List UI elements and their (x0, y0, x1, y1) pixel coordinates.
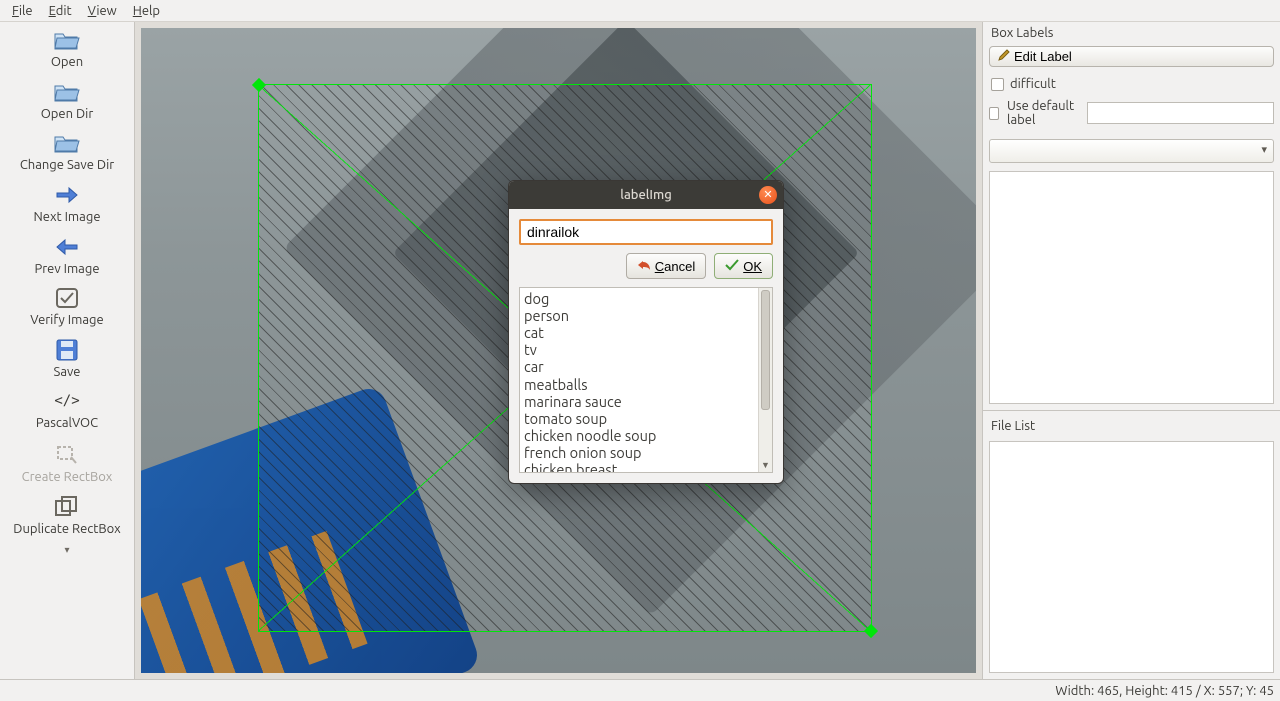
edit-label-text: Edit Label (1014, 49, 1072, 64)
duplicate-rectbox-label: Duplicate RectBox (13, 523, 120, 537)
arrow-left-icon (55, 233, 79, 261)
open-dir-tool[interactable]: Open Dir (0, 74, 134, 126)
check-icon (725, 259, 739, 274)
format-label: PascalVOC (36, 417, 98, 431)
edit-label-button[interactable]: Edit Label (989, 46, 1274, 67)
cancel-text: ancel (664, 259, 695, 274)
create-rectbox-tool: Create RectBox (0, 437, 134, 489)
ok-text: OK (743, 259, 762, 274)
menu-help[interactable]: Help (125, 2, 168, 20)
default-label-input[interactable] (1087, 102, 1274, 124)
folder-open-icon (53, 26, 81, 54)
change-save-dir-tool[interactable]: Change Save Dir (0, 125, 134, 177)
dialog-scrollbar[interactable]: ▼ (758, 288, 772, 472)
use-default-label-checkbox[interactable] (989, 107, 999, 120)
label-option[interactable]: person (524, 307, 768, 324)
label-option[interactable]: dog (524, 290, 768, 307)
close-icon: ✕ (763, 190, 772, 201)
prev-image-tool[interactable]: Prev Image (0, 229, 134, 281)
duplicate-icon (55, 493, 79, 521)
pencil-icon (998, 49, 1010, 64)
toolbar-more-icon[interactable]: ▾ (0, 540, 134, 560)
save-tool[interactable]: Save (0, 332, 134, 384)
status-text: Width: 465, Height: 415 / X: 557; Y: 45 (1055, 684, 1274, 698)
folder-save-icon (53, 129, 81, 157)
label-option[interactable]: chicken breast (524, 461, 768, 473)
label-option[interactable]: tomato soup (524, 410, 768, 427)
label-list[interactable] (989, 171, 1274, 404)
scroll-down-icon[interactable]: ▼ (759, 458, 772, 472)
folder-icon (53, 78, 81, 106)
arrow-right-icon (55, 181, 79, 209)
file-list[interactable] (989, 441, 1274, 674)
next-image-label: Next Image (34, 211, 101, 225)
right-panel: Box Labels Edit Label difficult Use defa… (982, 22, 1280, 679)
format-tool[interactable]: </> PascalVOC (0, 383, 134, 435)
rectbox-icon (56, 441, 78, 469)
prev-image-label: Prev Image (34, 263, 99, 277)
verify-image-tool[interactable]: Verify Image (0, 280, 134, 332)
label-option[interactable]: french onion soup (524, 444, 768, 461)
create-rectbox-label: Create RectBox (22, 471, 113, 485)
status-bar: Width: 465, Height: 415 / X: 557; Y: 45 (0, 679, 1280, 701)
box-labels-title: Box Labels (983, 22, 1280, 44)
verify-image-label: Verify Image (30, 314, 103, 328)
left-toolbar: Open Open Dir Change Save Dir Next Image (0, 22, 135, 679)
format-icon: </> (54, 387, 79, 415)
label-dialog: labelImg ✕ Cancel OK dogpersoncattvcarme… (508, 180, 784, 484)
label-option[interactable]: cat (524, 324, 768, 341)
open-tool[interactable]: Open (0, 22, 134, 74)
label-combo[interactable] (989, 139, 1274, 163)
difficult-checkbox[interactable] (991, 78, 1004, 91)
dialog-titlebar[interactable]: labelImg ✕ (509, 181, 783, 209)
save-label: Save (54, 366, 81, 380)
menu-bar: File Edit View Help (0, 0, 1280, 22)
duplicate-rectbox-tool[interactable]: Duplicate RectBox (0, 489, 134, 541)
open-dir-label: Open Dir (41, 108, 94, 122)
change-save-dir-label: Change Save Dir (20, 159, 114, 173)
menu-view[interactable]: View (80, 2, 125, 20)
label-option[interactable]: marinara sauce (524, 393, 768, 410)
label-option[interactable]: tv (524, 341, 768, 358)
open-label: Open (51, 56, 83, 70)
menu-edit[interactable]: Edit (41, 2, 80, 20)
ok-button[interactable]: OK (714, 253, 773, 279)
verify-icon (56, 284, 78, 312)
label-option[interactable]: chicken noodle soup (524, 427, 768, 444)
file-list-title: File List (983, 413, 1280, 437)
dialog-title-text: labelImg (620, 188, 672, 202)
label-option[interactable]: meatballs (524, 376, 768, 393)
cancel-button[interactable]: Cancel (626, 253, 706, 279)
next-image-tool[interactable]: Next Image (0, 177, 134, 229)
label-options-list[interactable]: dogpersoncattvcarmeatballsmarinara sauce… (519, 287, 773, 473)
menu-file[interactable]: File (4, 2, 41, 20)
dialog-close-button[interactable]: ✕ (759, 186, 777, 204)
label-option[interactable]: car (524, 358, 768, 375)
scrollbar-thumb[interactable] (761, 290, 770, 410)
save-disk-icon (56, 336, 78, 364)
difficult-label: difficult (1010, 77, 1056, 91)
label-input[interactable] (519, 219, 773, 245)
undo-icon (637, 259, 651, 274)
use-default-label-text: Use default label (1007, 99, 1079, 127)
